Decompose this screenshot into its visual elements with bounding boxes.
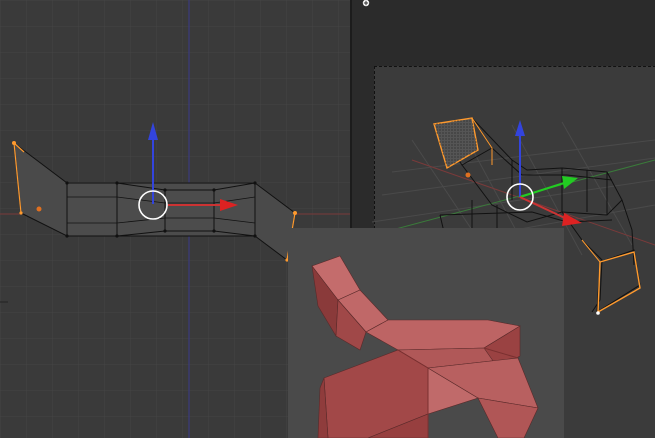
y-arrow-icon[interactable]: [562, 176, 578, 189]
object-origin-dot: [465, 172, 471, 178]
selected-edge: [581, 239, 601, 263]
active-vertex: [596, 311, 600, 315]
selected-face-pattern: [434, 118, 478, 168]
render-preview-canvas: [288, 228, 564, 438]
z-arrow-icon[interactable]: [515, 120, 525, 136]
x-arrow-icon[interactable]: [562, 213, 582, 226]
blender-editor: [0, 0, 655, 438]
object-origin-dot: [36, 206, 42, 212]
render-preview-panel: [288, 228, 564, 438]
